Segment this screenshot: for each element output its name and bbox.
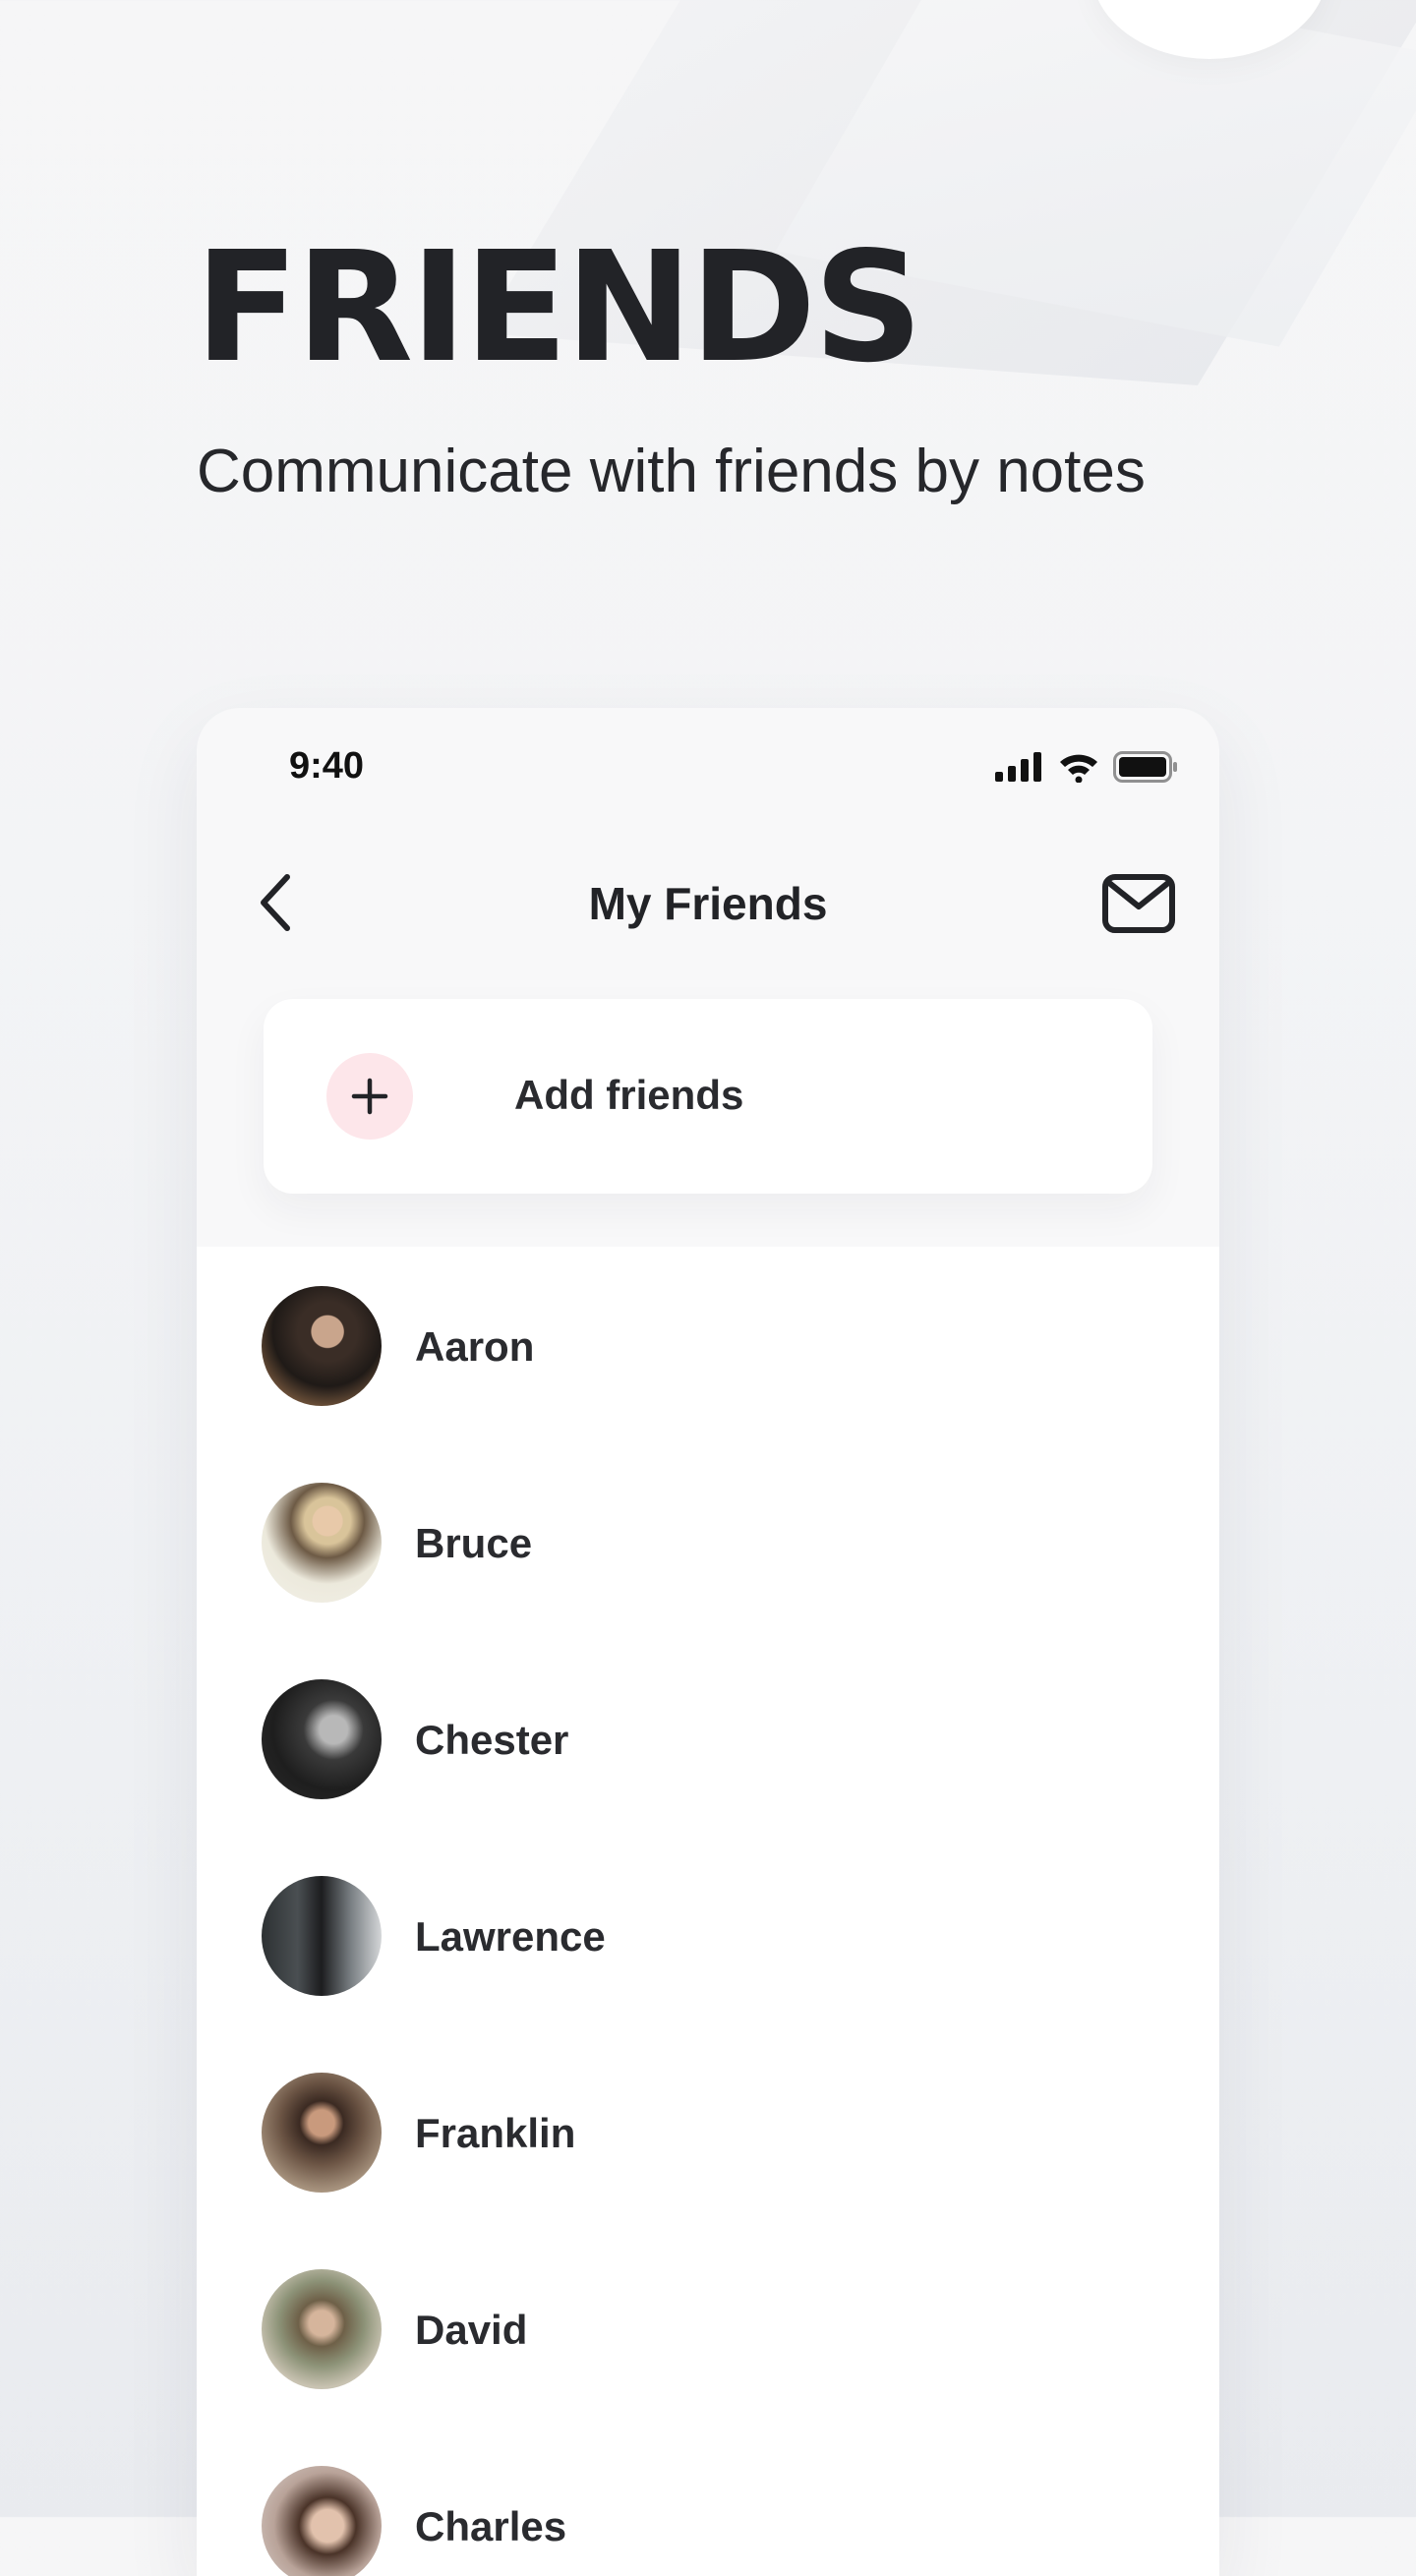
friend-name: Lawrence	[415, 1913, 606, 1960]
add-friends-button[interactable]: Add friends	[264, 999, 1152, 1194]
friend-row[interactable]: Bruce	[197, 1443, 1219, 1640]
friend-row[interactable]: David	[197, 2230, 1219, 2427]
battery-icon	[1113, 751, 1178, 788]
friend-row[interactable]: Charles	[197, 2427, 1219, 2576]
cellular-signal-icon	[995, 752, 1044, 787]
status-bar: 9:40	[197, 708, 1219, 816]
friend-row[interactable]: Chester	[197, 1640, 1219, 1837]
friend-name: Aaron	[415, 1323, 535, 1370]
friend-name: David	[415, 2307, 528, 2353]
avatar	[262, 2466, 382, 2576]
page-title: My Friends	[588, 878, 828, 929]
background-decoration	[1092, 0, 1328, 59]
friend-name: Bruce	[415, 1520, 533, 1566]
friend-name: Franklin	[415, 2110, 576, 2156]
envelope-icon	[1101, 873, 1176, 939]
friends-list: Aaron Bruce Chester Lawrence Franklin Da…	[197, 1247, 1219, 2576]
avatar	[262, 1876, 382, 1996]
friend-row[interactable]: Franklin	[197, 2033, 1219, 2230]
plus-icon	[326, 1053, 413, 1140]
status-icons	[995, 751, 1178, 788]
navigation-bar: My Friends	[197, 846, 1219, 964]
avatar	[262, 2073, 382, 2193]
hero-title: FRIENDS	[195, 218, 923, 396]
hero-subtitle: Communicate with friends by notes	[197, 438, 1146, 505]
friend-row[interactable]: Aaron	[197, 1247, 1219, 1443]
add-friends-label: Add friends	[514, 1072, 744, 1118]
friend-name: Charles	[415, 2503, 567, 2549]
wifi-icon	[1058, 751, 1099, 788]
phone-screen: 9:40 My Friends Add friends Aaron Bruce …	[197, 708, 1219, 2576]
avatar	[262, 1679, 382, 1799]
avatar	[262, 1286, 382, 1406]
messages-button[interactable]	[1099, 871, 1178, 940]
avatar	[262, 1483, 382, 1603]
status-time: 9:40	[289, 745, 365, 787]
friend-name: Chester	[415, 1717, 569, 1763]
avatar	[262, 2269, 382, 2389]
friend-row[interactable]: Lawrence	[197, 1837, 1219, 2033]
